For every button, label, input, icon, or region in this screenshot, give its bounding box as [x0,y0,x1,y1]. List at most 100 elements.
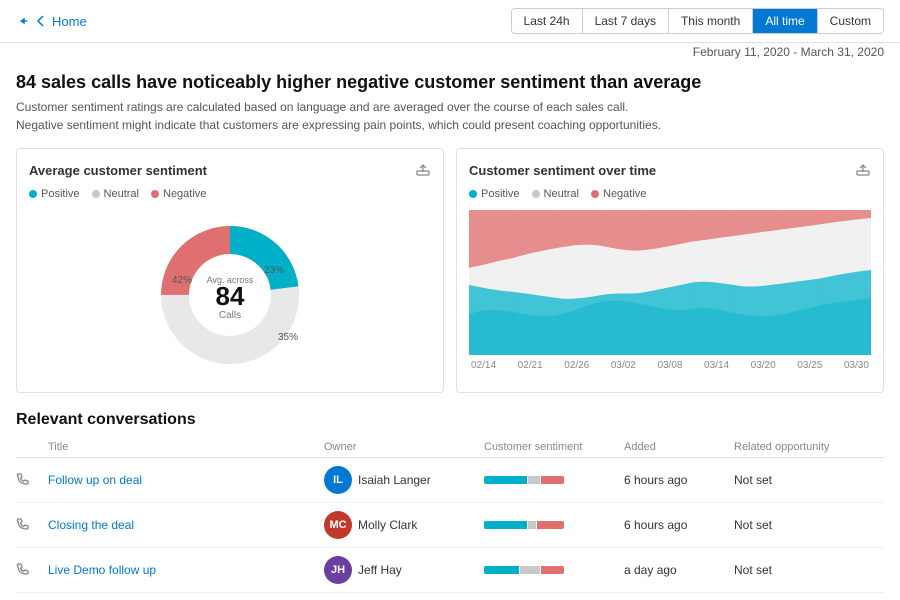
x-label-6: 03/20 [751,360,776,371]
time-positive-dot [469,190,477,198]
row1-opportunity: Not set [734,518,884,532]
donut-container: Avg. across 84 Calls 23% 35% 42% [29,210,431,380]
sent-neu [528,476,540,484]
row0-added: 6 hours ago [624,473,734,487]
legend-positive: Positive [29,188,80,200]
row1-sentiment [484,521,624,529]
row2-sentiment [484,566,624,574]
row0-sentiment [484,476,624,484]
x-axis-labels: 02/14 02/21 02/26 03/02 03/08 03/14 03/2… [469,360,871,371]
x-label-2: 02/26 [564,360,589,371]
charts-row: Average customer sentiment Positive Neut… [0,138,900,403]
subtitle-line2: Negative sentiment might indicate that c… [16,116,884,134]
svg-text:35%: 35% [278,332,298,343]
avg-chart-title: Average customer sentiment [29,161,431,180]
row2-avatar: JH [324,556,352,584]
row0-opportunity: Not set [734,473,884,487]
time-legend-positive: Positive [469,188,520,200]
row0-avatar: IL [324,466,352,494]
time-filter-group: Last 24h Last 7 days This month All time… [511,8,884,34]
sent-neg [537,521,564,529]
col-sentiment: Customer sentiment [484,441,624,453]
filter-last24h[interactable]: Last 24h [512,9,583,33]
phone-icon-1 [16,517,48,534]
row2-owner: JH Jeff Hay [324,556,484,584]
area-chart-svg: 100% 50% 0% [469,210,871,355]
home-label: Home [52,14,87,29]
time-chart-title: Customer sentiment over time [469,161,871,180]
time-legend-neutral: Neutral [532,188,579,200]
page-title: 84 sales calls have noticeably higher ne… [16,71,884,94]
sent-neg [541,566,564,574]
time-sentiment-card: Customer sentiment over time Positive Ne… [456,148,884,393]
export-icon-avg[interactable] [415,161,431,180]
x-label-0: 02/14 [471,360,496,371]
sent-pos [484,521,527,529]
row1-avatar: MC [324,511,352,539]
donut-svg: Avg. across 84 Calls 23% 35% 42% [140,215,320,375]
date-range: February 11, 2020 - March 31, 2020 [0,43,900,61]
x-label-4: 03/08 [657,360,682,371]
conversations-section: Relevant conversations Title Owner Custo… [0,403,900,593]
row1-title[interactable]: Closing the deal [48,518,324,532]
legend-neutral: Neutral [92,188,139,200]
avg-sentiment-card: Average customer sentiment Positive Neut… [16,148,444,393]
x-label-7: 03/25 [797,360,822,371]
phone-icon-0 [16,472,48,489]
time-legend: Positive Neutral Negative [469,188,871,200]
col-icon [16,441,48,453]
legend-negative: Negative [151,188,206,200]
back-arrow-icon [16,14,30,28]
row0-title[interactable]: Follow up on deal [48,473,324,487]
table-header: Title Owner Customer sentiment Added Rel… [16,437,884,458]
x-label-1: 02/21 [518,360,543,371]
negative-dot [151,190,159,198]
filter-thismonth[interactable]: This month [669,9,753,33]
col-title: Title [48,441,324,453]
row2-title[interactable]: Live Demo follow up [48,563,324,577]
main-title-section: 84 sales calls have noticeably higher ne… [0,61,900,138]
svg-text:84: 84 [216,281,245,311]
conversations-title: Relevant conversations [16,411,884,429]
row2-opportunity: Not set [734,563,884,577]
row1-added: 6 hours ago [624,518,734,532]
sent-neu [520,566,540,574]
row1-sentiment-bar [484,521,564,529]
row0-sentiment-bar [484,476,564,484]
sent-neu [528,521,536,529]
filter-alltime[interactable]: All time [753,9,817,33]
back-icon [34,14,48,28]
export-icon-time[interactable] [855,161,871,180]
col-owner: Owner [324,441,484,453]
area-chart: 100% 50% 0% 02/14 02/21 02/26 03/02 03/0… [469,210,871,370]
sent-neg [541,476,564,484]
row2-added: a day ago [624,563,734,577]
sent-pos [484,566,519,574]
x-label-5: 03/14 [704,360,729,371]
phone-icon-2 [16,562,48,579]
row0-owner: IL Isaiah Langer [324,466,484,494]
time-legend-negative: Negative [591,188,646,200]
neutral-dot [92,190,100,198]
avg-legend: Positive Neutral Negative [29,188,431,200]
row1-owner: MC Molly Clark [324,511,484,539]
sent-pos [484,476,527,484]
home-link[interactable]: Home [16,14,87,29]
subtitle-line1: Customer sentiment ratings are calculate… [16,98,884,116]
col-opportunity: Related opportunity [734,441,884,453]
time-negative-dot [591,190,599,198]
col-added: Added [624,441,734,453]
filter-custom[interactable]: Custom [818,9,883,33]
table-row: Follow up on deal IL Isaiah Langer 6 hou… [16,458,884,503]
table-row: Live Demo follow up JH Jeff Hay a day ag… [16,548,884,593]
svg-text:42%: 42% [172,275,192,286]
positive-dot [29,190,37,198]
time-neutral-dot [532,190,540,198]
svg-text:23%: 23% [264,265,284,276]
x-label-3: 03/02 [611,360,636,371]
table-row: Closing the deal MC Molly Clark 6 hours … [16,503,884,548]
x-label-8: 03/30 [844,360,869,371]
filter-last7days[interactable]: Last 7 days [583,9,669,33]
svg-text:Calls: Calls [219,310,241,321]
row2-sentiment-bar [484,566,564,574]
